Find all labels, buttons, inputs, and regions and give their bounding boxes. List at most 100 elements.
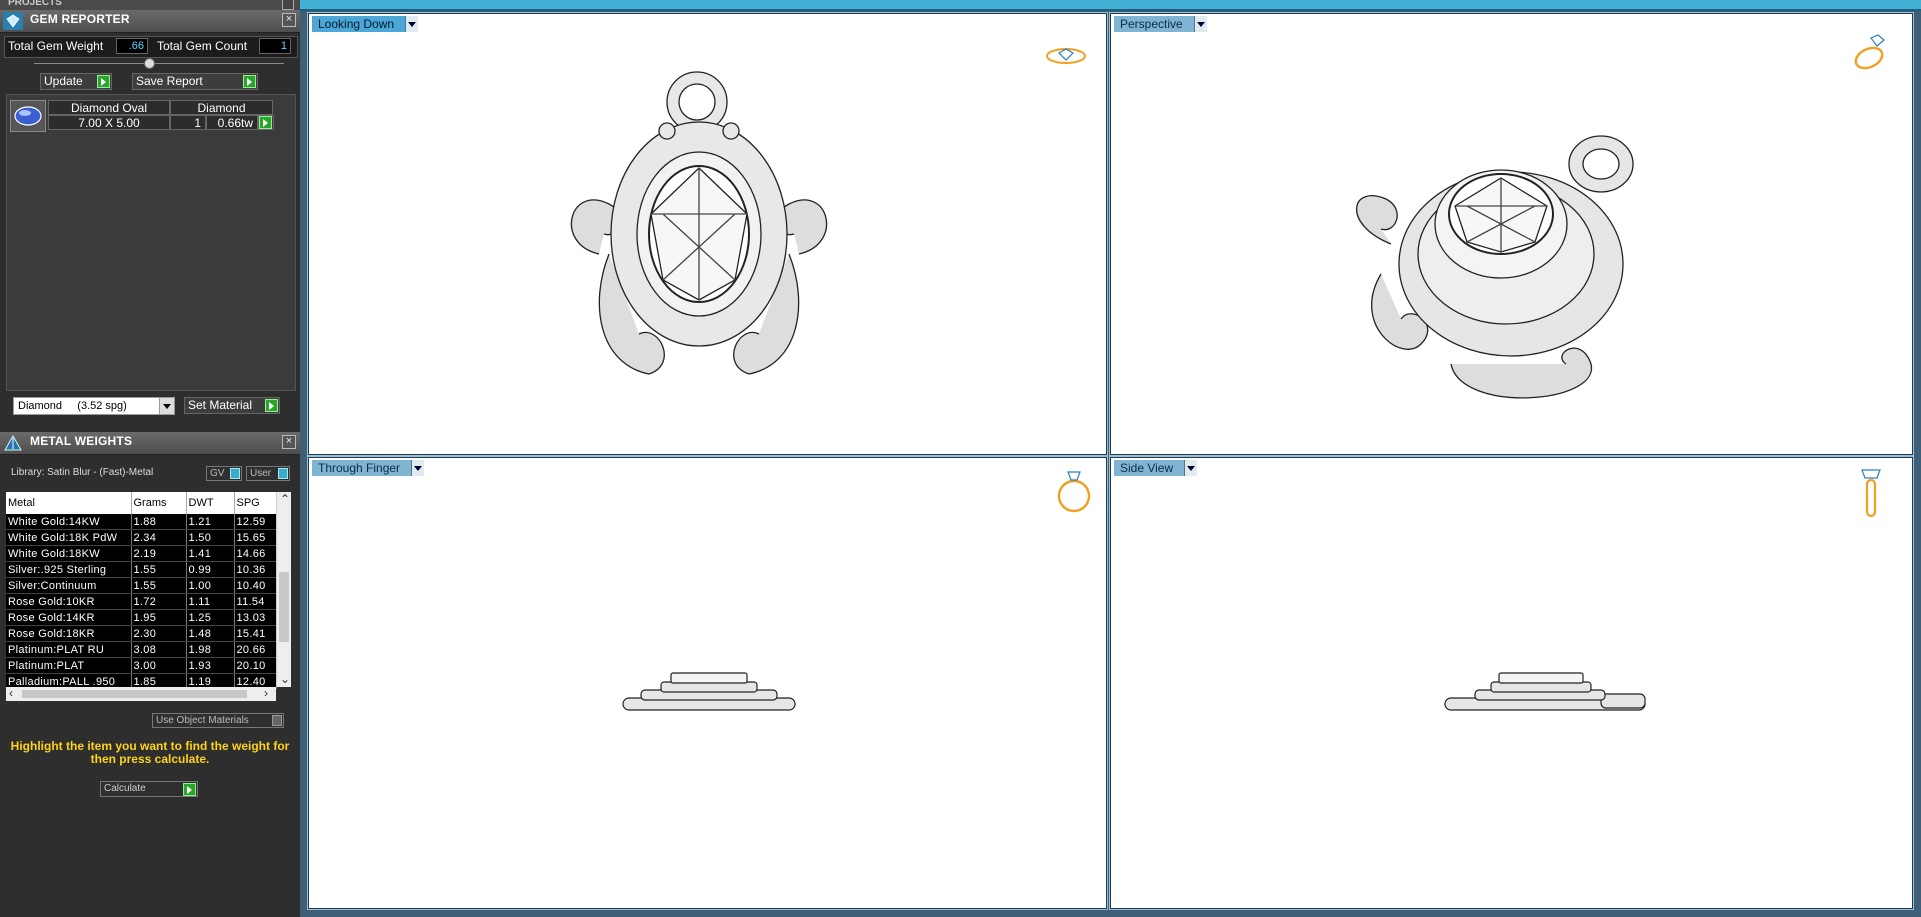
chevron-down-icon[interactable] [1184,460,1198,476]
scroll-thumb[interactable] [279,572,289,642]
gem-row-go-icon [259,116,272,129]
spg-cell: 15.41 [234,625,277,642]
table-row[interactable]: White Gold:18K PdW 2.34 1.50 15.65 [6,529,277,546]
pendant-model-front[interactable] [619,670,799,715]
pendant-model-top[interactable] [559,64,839,394]
save-report-button[interactable]: Save Report [132,73,258,90]
spg-cell: 10.36 [234,561,277,578]
pendant-model-perspective[interactable] [1351,124,1651,404]
grams-cell: 1.55 [131,561,187,578]
viewport-name: Looking Down [318,17,395,31]
gem-reporter-close-icon[interactable]: × [282,13,296,27]
table-row[interactable]: White Gold:18KW 2.19 1.41 14.66 [6,545,277,562]
dwt-cell: 1.11 [186,593,235,610]
viewport-looking-down[interactable]: Looking Down [307,12,1108,456]
material-select[interactable]: Diamond (3.52 spg) [13,397,175,415]
chevron-down-icon[interactable] [411,460,425,476]
spg-cell: 12.59 [234,514,277,530]
viewport-top-bar[interactable] [300,0,1921,11]
viewport-label-side-view[interactable]: Side View [1114,460,1198,476]
viewport-name: Through Finger [318,461,401,475]
viewport-label-through-finger[interactable]: Through Finger [312,460,425,476]
gem-reporter-header: GEM REPORTER × [0,10,300,33]
grams-cell: 1.88 [131,514,187,530]
ring-side-view-icon[interactable] [1856,466,1886,520]
grams-cell: 2.34 [131,529,187,546]
ring-front-view-icon[interactable] [1054,468,1094,516]
metal-cell: White Gold:18K PdW [6,529,132,546]
total-gem-weight-label: Total Gem Weight [8,39,104,53]
set-material-button[interactable]: Set Material [184,397,280,414]
grams-cell: 1.72 [131,593,187,610]
spg-cell: 10.40 [234,577,277,594]
use-object-materials-indicator [272,715,282,726]
splitter-handle[interactable] [144,58,155,69]
scroll-left-icon[interactable]: ‹ [9,686,13,700]
table-row[interactable]: White Gold:14KW 1.88 1.21 12.59 [6,514,277,530]
chevron-down-icon[interactable] [405,16,419,32]
update-button[interactable]: Update [40,73,112,90]
gv-toggle[interactable]: GV [206,466,242,481]
gem-name: Diamond Oval [48,100,170,115]
total-gem-weight-field[interactable]: .66 [116,38,148,54]
scroll-right-icon[interactable]: › [264,686,268,700]
viewport-through-finger[interactable]: Through Finger [307,456,1108,910]
calculate-button[interactable]: Calculate [100,781,198,797]
grams-cell: 3.08 [131,641,187,658]
user-label: User [250,468,272,479]
metal-cell: Rose Gold:18KR [6,625,132,642]
user-toggle[interactable]: User [246,466,290,481]
grams-cell: 1.55 [131,577,187,594]
use-object-materials-toggle[interactable]: Use Object Materials [152,713,284,728]
metal-weights-table: Metal Grams DWT SPG White Gold:14KW 1.88 1… [6,492,277,690]
gem-reporter-icon [3,12,23,30]
ring-top-view-icon[interactable] [1045,44,1087,68]
total-gem-count-field[interactable]: 1 [259,38,291,54]
table-row[interactable]: Silver:.925 Sterling 1.55 0.99 10.36 [6,561,277,578]
viewport-perspective[interactable]: Perspective [1109,12,1914,456]
gem-list-item[interactable]: Diamond Oval Diamond 7.00 X 5.00 1 0.66t… [10,100,288,132]
metal-cell: Silver:Continuum [6,577,132,594]
gem-row-go-button[interactable] [258,115,274,130]
chevron-down-icon [159,398,174,414]
spg-cell: 20.10 [234,657,277,674]
table-row[interactable]: Rose Gold:18KR 2.30 1.48 15.41 [6,625,277,642]
column-header-metal[interactable]: Metal [6,492,132,514]
calculate-hint: Highlight the item you want to find the … [10,739,290,766]
viewport-label-looking-down[interactable]: Looking Down [312,16,419,32]
pendant-model-side[interactable] [1441,670,1651,715]
metal-cell: Rose Gold:14KR [6,609,132,626]
ring-perspective-icon[interactable] [1851,32,1891,76]
gv-toggle-indicator [230,468,240,479]
left-panel: PROJECTS GEM REPORTER × Total Gem Weight… [0,0,300,917]
table-row[interactable]: Platinum:PLAT RU 3.08 1.98 20.66 [6,641,277,658]
library-label: Library: Satin Blur - (Fast)-Metal [11,467,154,478]
metal-table-vertical-scrollbar[interactable]: ⌃ ⌄ [276,492,291,687]
viewport-area: Looking Down Perspective Through Finger … [300,0,1921,917]
save-report-label: Save Report [136,74,203,88]
set-material-label: Set Material [188,398,253,412]
scroll-up-icon[interactable]: ⌃ [280,492,290,506]
scroll-thumb-horizontal[interactable] [22,690,247,698]
metal-weights-close-icon[interactable]: × [282,435,296,449]
viewport-label-perspective[interactable]: Perspective [1114,16,1207,32]
update-label: Update [44,74,83,88]
column-header-grams[interactable]: Grams [131,492,187,514]
table-header-row: Metal Grams DWT SPG [6,492,277,514]
chevron-down-icon[interactable] [1193,16,1207,32]
column-header-spg[interactable]: SPG [234,492,277,514]
update-go-icon [97,75,110,88]
table-row[interactable]: Rose Gold:10KR 1.72 1.11 11.54 [6,593,277,610]
gem-size: 7.00 X 5.00 [48,115,170,130]
scroll-down-icon[interactable]: ⌄ [280,672,290,686]
metal-cell: White Gold:18KW [6,545,132,562]
metal-cell: Platinum:PLAT [6,657,132,674]
table-row[interactable]: Platinum:PLAT 3.00 1.93 20.10 [6,657,277,674]
table-row[interactable]: Rose Gold:14KR 1.95 1.25 13.03 [6,609,277,626]
projects-close-icon[interactable] [282,0,294,10]
metal-table-horizontal-scrollbar[interactable]: ‹ › [6,686,276,701]
column-header-dwt[interactable]: DWT [186,492,235,514]
viewport-side-view[interactable]: Side View [1109,456,1914,910]
table-row[interactable]: Silver:Continuum 1.55 1.00 10.40 [6,577,277,594]
dwt-cell: 1.48 [186,625,235,642]
